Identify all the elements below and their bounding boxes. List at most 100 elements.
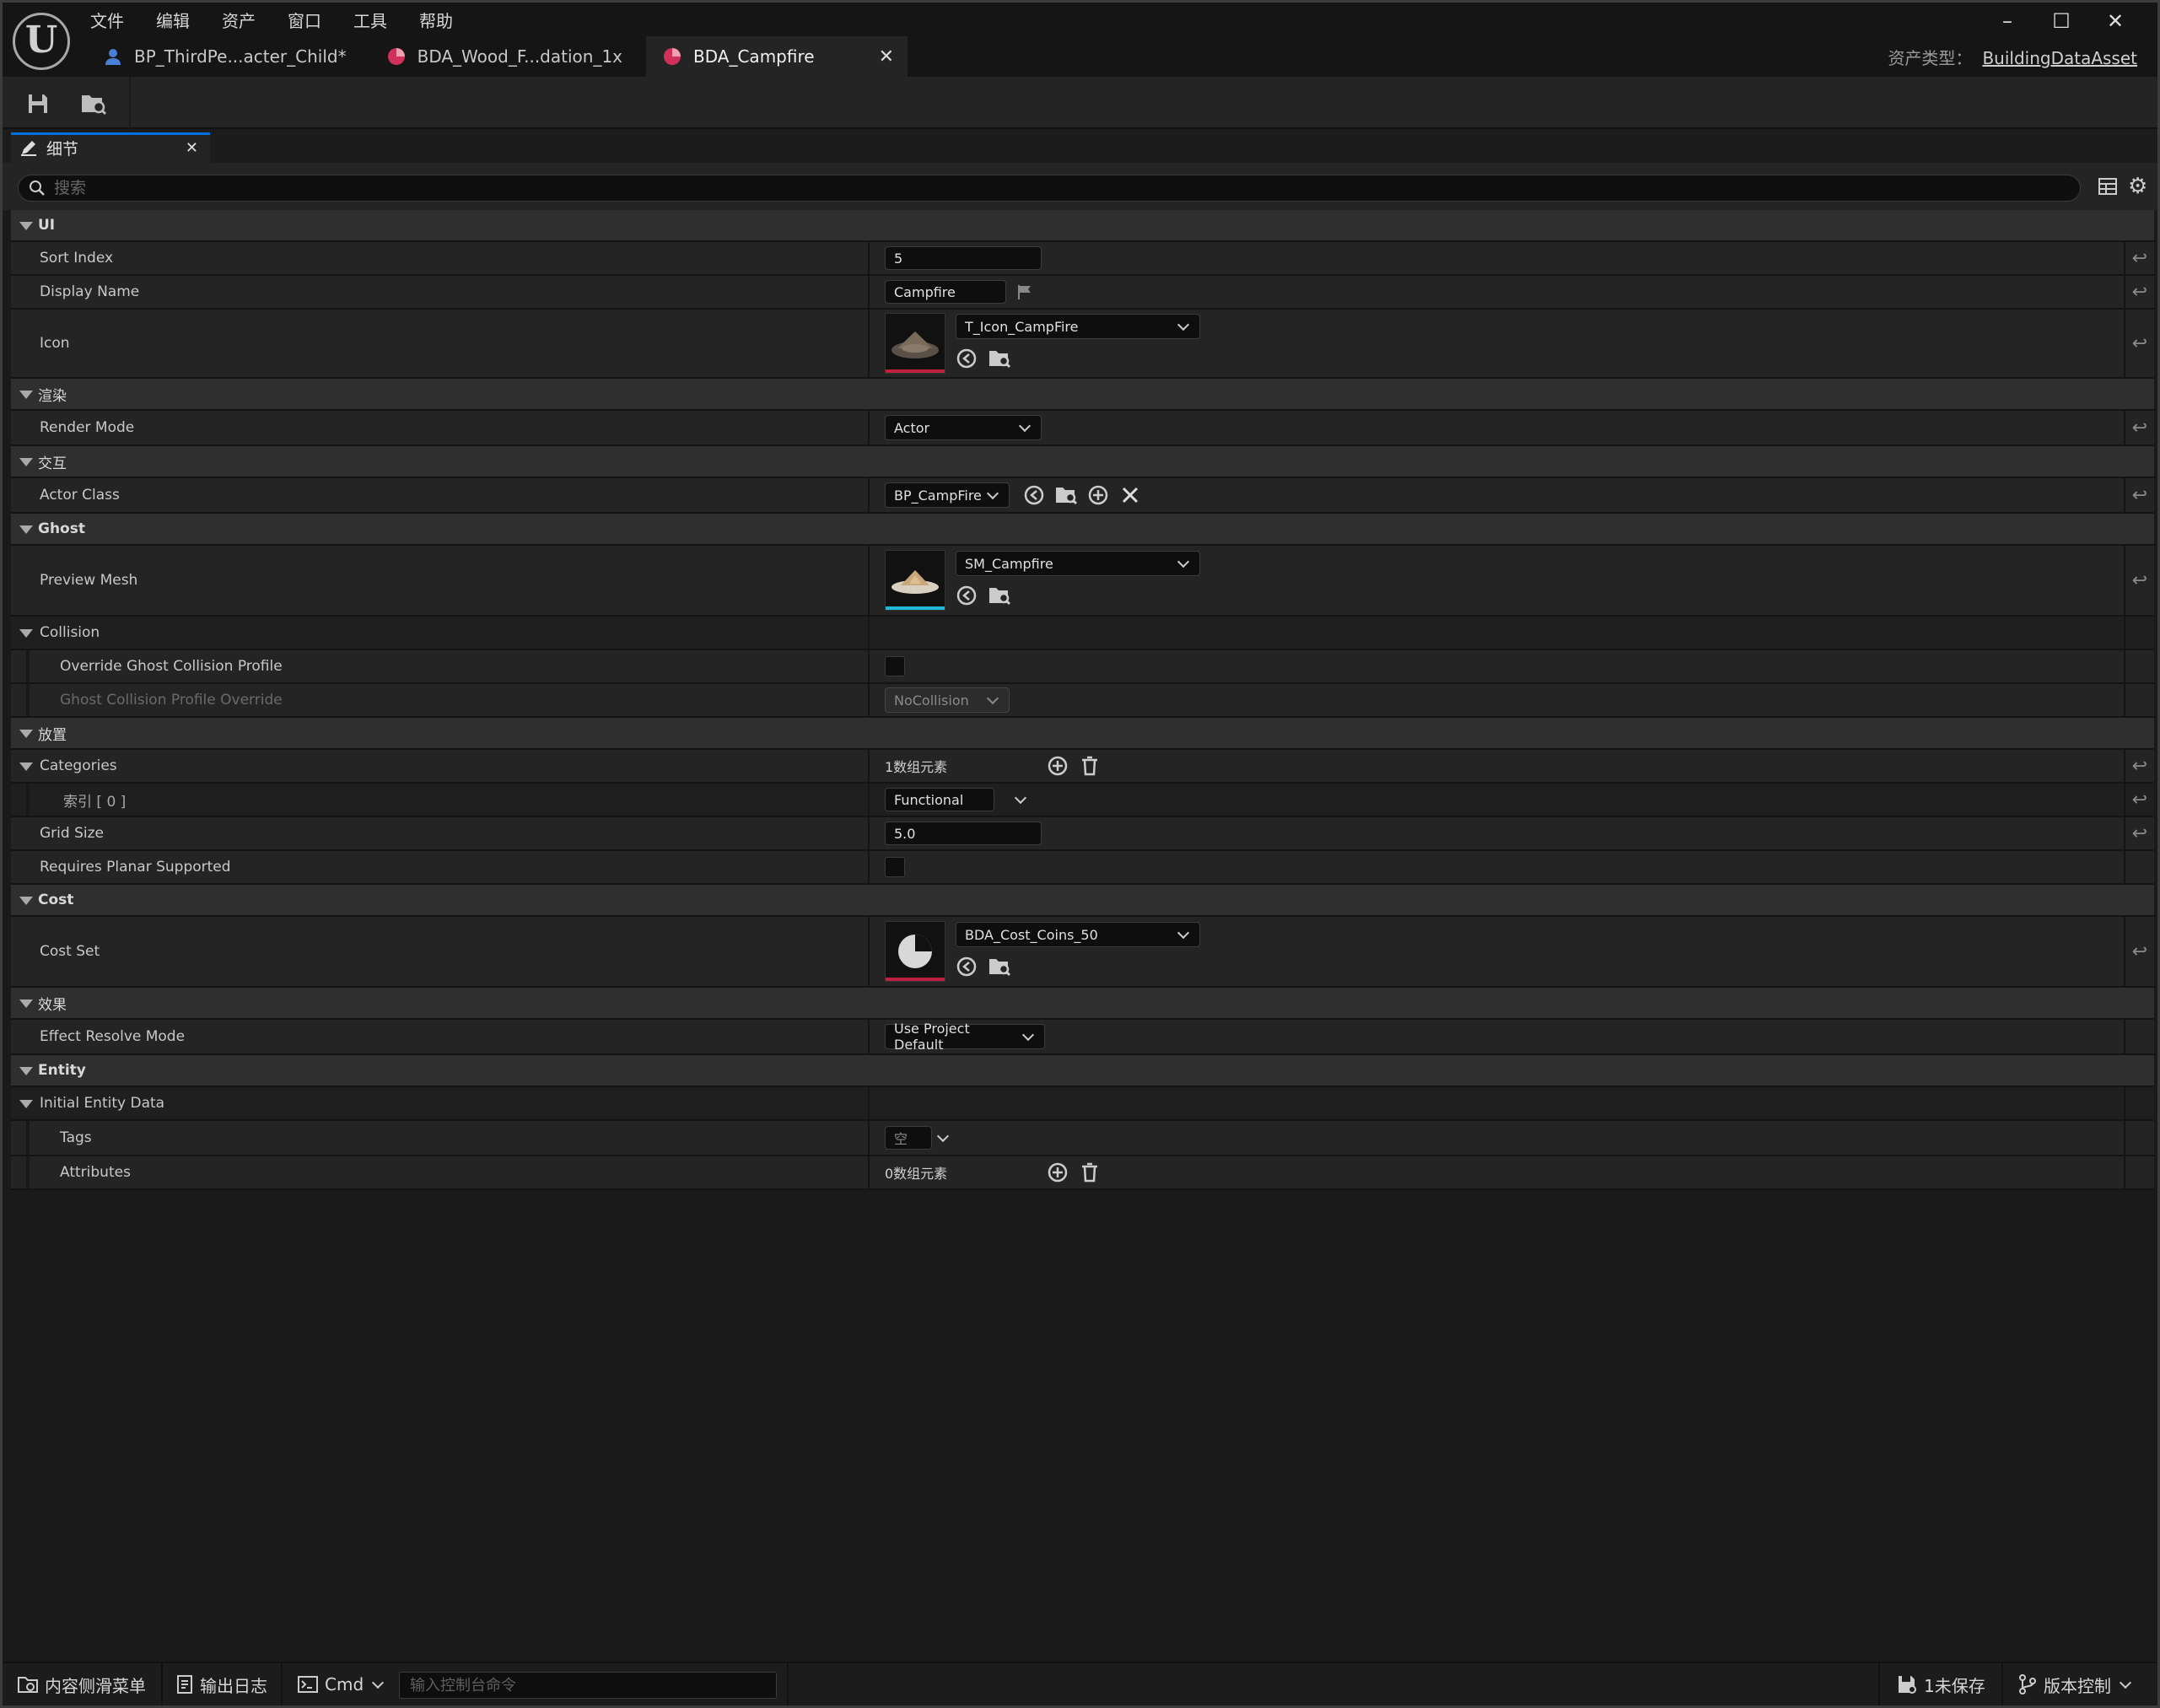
sort-index-input[interactable]: 5 <box>885 246 1042 270</box>
settings-gear-icon[interactable]: ⚙ <box>2128 175 2147 197</box>
tab-bda-campfire[interactable]: BDA_Campfire ✕ <box>646 36 908 77</box>
expand-arrow-icon[interactable] <box>19 525 33 534</box>
expand-arrow-icon[interactable] <box>19 222 33 230</box>
column-splitter[interactable] <box>868 1020 870 1053</box>
menu-edit[interactable]: 编辑 <box>156 8 190 35</box>
expand-arrow-icon[interactable] <box>19 1067 33 1075</box>
reset-to-default-icon[interactable]: ↩ <box>2132 418 2147 439</box>
tab-bp-thirdperson[interactable]: BP_ThirdPe...acter_Child* <box>87 36 364 77</box>
unsaved-button[interactable]: 1未保存 <box>1885 1663 1997 1705</box>
reset-to-default-icon[interactable]: ↩ <box>2132 282 2147 303</box>
browse-asset-icon[interactable] <box>1050 482 1082 508</box>
expand-arrow-icon[interactable] <box>19 391 33 399</box>
display-name-input[interactable]: Campfire <box>885 280 1006 304</box>
unreal-logo-icon[interactable]: U <box>13 13 70 70</box>
requires-planar-checkbox[interactable] <box>885 857 905 877</box>
close-window-icon[interactable]: ✕ <box>2088 6 2142 36</box>
category-placement[interactable]: 放置 <box>11 718 2154 750</box>
browse-asset-icon[interactable] <box>988 952 1020 981</box>
reset-to-default-icon[interactable]: ↩ <box>2132 570 2147 591</box>
search-input[interactable] <box>54 179 1900 197</box>
view-options-icon[interactable] <box>2098 176 2118 197</box>
tags-value[interactable]: 空 <box>885 1126 932 1150</box>
console-input[interactable] <box>400 1673 776 1698</box>
browse-content-icon[interactable] <box>77 87 110 121</box>
menu-tools[interactable]: 工具 <box>353 8 387 35</box>
category-ui[interactable]: UI <box>11 210 2154 242</box>
menu-file[interactable]: 文件 <box>90 8 124 35</box>
reset-to-default-icon[interactable]: ↩ <box>2132 756 2147 777</box>
column-splitter[interactable] <box>868 784 870 816</box>
column-splitter[interactable] <box>868 650 870 682</box>
content-drawer-button[interactable]: 内容侧滑菜单 <box>6 1663 158 1705</box>
tab-bda-wood-foundation[interactable]: BDA_Wood_F...dation_1x <box>370 36 639 77</box>
group-initial-entity-data[interactable]: Initial Entity Data <box>11 1087 2154 1121</box>
expand-arrow-icon[interactable] <box>19 458 33 466</box>
column-splitter[interactable] <box>868 1156 870 1188</box>
create-new-icon[interactable] <box>1082 482 1114 508</box>
render-mode-dropdown[interactable]: Actor <box>885 415 1042 440</box>
localization-flag-icon[interactable] <box>1016 283 1033 300</box>
icon-asset-picker[interactable]: T_Icon_CampFire <box>956 314 1200 339</box>
category-ghost[interactable]: Ghost <box>11 514 2154 546</box>
category-interaction[interactable]: 交互 <box>11 446 2154 478</box>
reset-to-default-icon[interactable]: ↩ <box>2132 333 2147 354</box>
grid-size-input[interactable]: 5.0 <box>885 822 1042 845</box>
cost-thumbnail[interactable] <box>885 921 945 982</box>
delete-all-icon[interactable] <box>1074 1160 1106 1185</box>
reset-to-default-icon[interactable]: ↩ <box>2132 248 2147 269</box>
category-tag-value[interactable]: Functional <box>885 788 994 811</box>
add-element-icon[interactable] <box>1042 1160 1074 1185</box>
clear-icon[interactable] <box>1114 482 1146 508</box>
asset-type-link[interactable]: BuildingDataAsset <box>1982 48 2137 68</box>
expand-arrow-icon[interactable] <box>19 629 33 638</box>
expand-arrow-icon[interactable] <box>19 762 33 771</box>
column-splitter[interactable] <box>868 851 870 883</box>
override-ghost-checkbox[interactable] <box>885 656 905 676</box>
browse-asset-icon[interactable] <box>988 581 1020 610</box>
mesh-thumbnail[interactable] <box>885 550 945 611</box>
menu-asset[interactable]: 资产 <box>222 8 256 35</box>
chevron-down-icon[interactable] <box>936 1129 950 1142</box>
delete-all-icon[interactable] <box>1074 753 1106 779</box>
reset-to-default-icon[interactable]: ↩ <box>2132 789 2147 811</box>
column-splitter[interactable] <box>868 310 870 377</box>
actor-class-picker[interactable]: BP_CampFire <box>885 482 1010 508</box>
column-splitter[interactable] <box>868 242 870 274</box>
browse-asset-icon[interactable] <box>988 344 1020 373</box>
column-splitter[interactable] <box>868 817 870 849</box>
minimize-icon[interactable]: – <box>1980 6 2034 36</box>
expand-arrow-icon[interactable] <box>19 897 33 905</box>
category-cost[interactable]: Cost <box>11 885 2154 917</box>
category-entity[interactable]: Entity <box>11 1055 2154 1087</box>
cmd-selector[interactable]: Cmd <box>286 1663 397 1705</box>
reset-to-default-icon[interactable]: ↩ <box>2132 823 2147 844</box>
close-panel-icon[interactable]: ✕ <box>186 139 198 157</box>
details-panel-tab[interactable]: 细节 ✕ <box>11 132 210 163</box>
use-selected-icon[interactable] <box>956 344 988 373</box>
reset-to-default-icon[interactable]: ↩ <box>2132 941 2147 962</box>
category-render[interactable]: 渲染 <box>11 379 2154 411</box>
reset-to-default-icon[interactable]: ↩ <box>2132 485 2147 506</box>
use-selected-icon[interactable] <box>1018 482 1050 508</box>
expand-arrow-icon[interactable] <box>19 999 33 1008</box>
menu-window[interactable]: 窗口 <box>288 8 321 35</box>
save-icon[interactable] <box>21 87 55 121</box>
expand-arrow-icon[interactable] <box>19 730 33 738</box>
column-splitter[interactable] <box>868 1121 870 1155</box>
group-collision[interactable]: Collision <box>11 617 2154 650</box>
column-splitter[interactable] <box>868 276 870 308</box>
column-splitter[interactable] <box>868 546 870 615</box>
column-splitter[interactable] <box>868 750 870 782</box>
cost-set-picker[interactable]: BDA_Cost_Coins_50 <box>956 922 1200 947</box>
column-splitter[interactable] <box>868 917 870 986</box>
source-control-button[interactable]: 版本控制 <box>2006 1663 2145 1705</box>
use-selected-icon[interactable] <box>956 581 988 610</box>
column-splitter[interactable] <box>868 617 870 649</box>
use-selected-icon[interactable] <box>956 952 988 981</box>
mesh-asset-picker[interactable]: SM_Campfire <box>956 551 1200 576</box>
output-log-button[interactable]: 输出日志 <box>164 1663 279 1705</box>
menu-help[interactable]: 帮助 <box>419 8 453 35</box>
add-element-icon[interactable] <box>1042 753 1074 779</box>
expand-arrow-icon[interactable] <box>19 1100 33 1108</box>
